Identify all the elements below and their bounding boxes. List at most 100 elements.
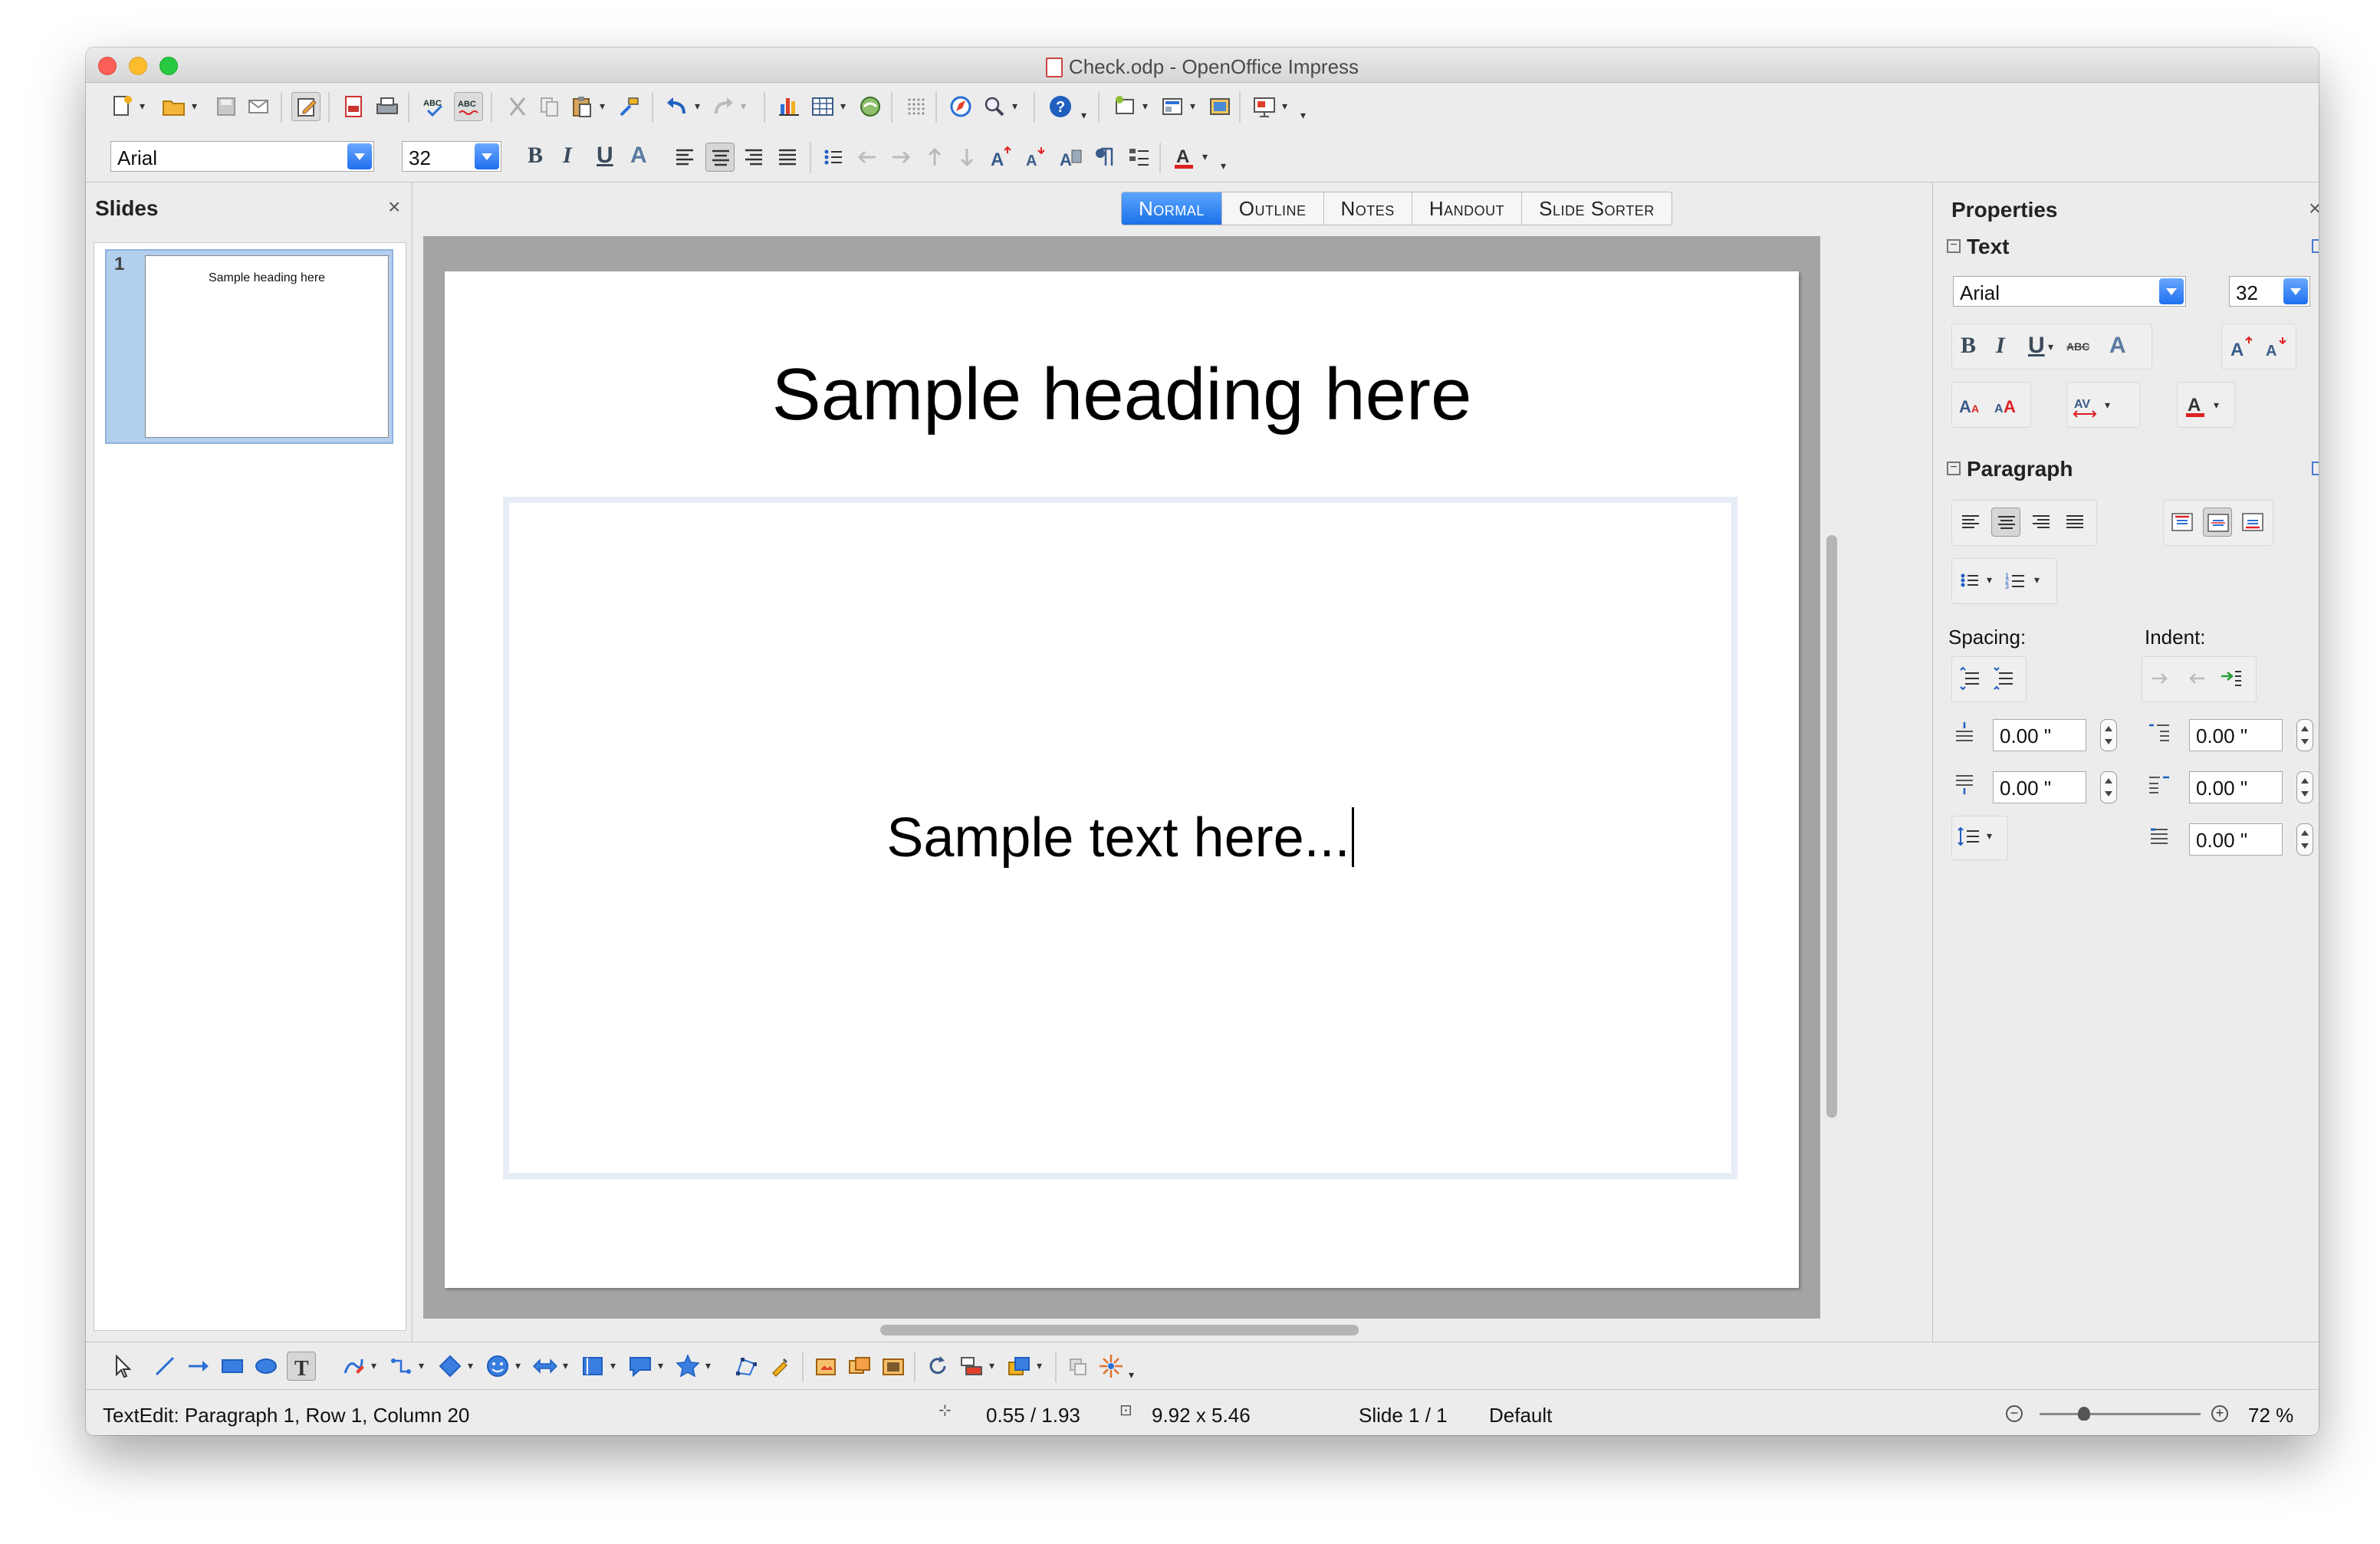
horizontal-scrollbar[interactable] xyxy=(423,1319,1820,1340)
tab-handout[interactable]: Handout xyxy=(1412,192,1523,225)
line-spacing-icon[interactable] xyxy=(1954,822,1984,851)
insert-video-icon[interactable] xyxy=(879,1352,908,1381)
rotate-icon[interactable] xyxy=(923,1352,952,1381)
bullets-icon[interactable] xyxy=(819,143,848,172)
slide-thumbnail[interactable]: 1 Sample heading here xyxy=(105,249,393,444)
basic-shapes-dropdown-arrow[interactable]: ▾ xyxy=(468,1359,473,1372)
redo-dropdown-arrow[interactable]: ▾ xyxy=(741,100,746,113)
curve-tool-icon[interactable] xyxy=(339,1352,368,1381)
sidebar-font-color-dropdown-arrow[interactable]: ▾ xyxy=(2214,399,2219,412)
bold-icon[interactable]: B xyxy=(528,143,543,169)
auto-spellcheck-icon[interactable]: ABC xyxy=(454,92,483,121)
glue-points-icon[interactable] xyxy=(765,1352,794,1381)
undo-dropdown-arrow[interactable]: ▾ xyxy=(695,100,700,113)
paste-dropdown-arrow[interactable]: ▾ xyxy=(600,100,605,113)
move-down-icon[interactable] xyxy=(952,143,981,172)
paste-icon[interactable] xyxy=(567,92,597,121)
sidebar-align-right-icon[interactable] xyxy=(2027,508,2056,537)
basic-shapes-icon[interactable] xyxy=(436,1352,465,1381)
underline-dropdown-arrow[interactable]: ▾ xyxy=(2048,340,2053,353)
tab-notes[interactable]: Notes xyxy=(1324,192,1412,225)
redo-icon[interactable] xyxy=(708,92,738,121)
clone-formatting-icon[interactable] xyxy=(615,92,644,121)
open-folder-icon[interactable] xyxy=(159,92,189,121)
below-spacing-field[interactable]: 0.00 " xyxy=(1993,771,2086,803)
sidebar-underline-icon[interactable]: U xyxy=(2028,333,2045,359)
increase-indent-icon[interactable] xyxy=(2146,664,2175,693)
align-bottom-icon[interactable] xyxy=(2238,508,2267,537)
points-icon[interactable] xyxy=(731,1352,761,1381)
character-spacing-icon[interactable]: AV xyxy=(2071,391,2100,420)
text-section-collapse-icon[interactable]: − xyxy=(1947,239,1961,253)
rectangle-tool-icon[interactable] xyxy=(218,1352,247,1381)
zoom-in-icon[interactable]: + xyxy=(2211,1405,2228,1422)
slide-icon[interactable] xyxy=(1110,92,1139,121)
increase-spacing-icon[interactable] xyxy=(1956,664,1985,693)
numbering-icon[interactable]: 123 xyxy=(2002,566,2031,595)
decrease-indent-icon[interactable] xyxy=(2181,664,2211,693)
sidebar-shadow-icon[interactable]: A xyxy=(2109,333,2126,359)
sidebar-bold-icon[interactable]: B xyxy=(1961,333,1976,359)
font-name-dropdown-icon[interactable] xyxy=(347,143,372,169)
move-up-icon[interactable] xyxy=(920,143,949,172)
tab-normal[interactable]: Normal xyxy=(1122,192,1222,225)
after-indent-icon[interactable] xyxy=(2145,770,2174,799)
sidebar-font-dropdown-icon[interactable] xyxy=(2159,278,2184,304)
help-icon[interactable]: ? xyxy=(1046,92,1075,121)
sidebar-font-color-icon[interactable]: A xyxy=(2181,391,2211,420)
first-line-indent-icon[interactable] xyxy=(2145,822,2174,851)
italic-icon[interactable]: I xyxy=(563,143,572,169)
tab-slide-sorter[interactable]: Slide Sorter xyxy=(1522,192,1672,225)
zoom-icon[interactable] xyxy=(980,92,1009,121)
first-line-indent-field[interactable]: 0.00 " xyxy=(2189,823,2283,856)
edit-file-icon[interactable] xyxy=(291,92,321,121)
insert-frame-icon[interactable] xyxy=(811,1352,840,1381)
slide-show-icon[interactable] xyxy=(1250,92,1279,121)
connector-tool-icon[interactable] xyxy=(386,1352,416,1381)
sidebar-bullets-icon[interactable] xyxy=(1956,566,1985,595)
export-pdf-icon[interactable] xyxy=(339,92,368,121)
tab-outline[interactable]: Outline xyxy=(1222,192,1324,225)
horizontal-scroll-thumb[interactable] xyxy=(880,1325,1359,1335)
slide-dropdown-arrow[interactable]: ▾ xyxy=(1142,100,1148,113)
block-arrows-dropdown-arrow[interactable]: ▾ xyxy=(563,1359,568,1372)
cut-icon[interactable] xyxy=(503,92,532,121)
slide-page[interactable]: Sample heading here Sample text here... xyxy=(445,271,1799,1288)
curve-dropdown-arrow[interactable]: ▾ xyxy=(371,1359,376,1372)
flowchart-icon[interactable] xyxy=(578,1352,607,1381)
zoom-out-icon[interactable]: − xyxy=(2006,1405,2023,1422)
save-icon[interactable] xyxy=(212,92,241,121)
bullets-dropdown-arrow[interactable]: ▾ xyxy=(1987,573,1992,586)
zoom-level[interactable]: 72 % xyxy=(2248,1404,2293,1427)
align-center-icon[interactable] xyxy=(705,143,735,172)
paragraph-icon[interactable] xyxy=(1090,143,1119,172)
table-dropdown-arrow[interactable]: ▾ xyxy=(840,100,846,113)
before-indent-field[interactable]: 0.00 " xyxy=(2189,719,2283,751)
font-color-dropdown-arrow[interactable]: ▾ xyxy=(1202,150,1208,163)
toolbar-overflow-arrow[interactable]: ▾ xyxy=(1081,109,1086,122)
font-color-icon[interactable]: A xyxy=(1170,143,1199,172)
slides-list[interactable]: 1 Sample heading here xyxy=(94,242,406,1331)
flowchart-dropdown-arrow[interactable]: ▾ xyxy=(610,1359,616,1372)
below-spacing-stepper[interactable] xyxy=(2100,771,2117,803)
email-document-icon[interactable] xyxy=(244,92,273,121)
align-objects-icon[interactable] xyxy=(957,1352,986,1381)
select-arrow-icon[interactable] xyxy=(107,1352,136,1381)
decrease-spacing-icon[interactable] xyxy=(1990,664,2019,693)
vertical-scrollbar[interactable] xyxy=(1820,236,1840,1319)
underline-icon[interactable]: U xyxy=(597,143,613,169)
sidebar-align-center-icon[interactable] xyxy=(1991,508,2020,537)
undo-icon[interactable] xyxy=(662,92,692,121)
arrange-dropdown-arrow[interactable]: ▾ xyxy=(1037,1359,1042,1372)
character-icon[interactable]: A xyxy=(1057,143,1086,172)
after-indent-field[interactable]: 0.00 " xyxy=(2189,771,2283,803)
navigator-icon[interactable] xyxy=(946,92,975,121)
sidebar-italic-icon[interactable]: I xyxy=(1996,333,2005,359)
text-tool-icon[interactable]: T xyxy=(287,1352,316,1381)
first-line-indent-stepper[interactable] xyxy=(2296,823,2313,856)
spellcheck-icon[interactable]: ABC xyxy=(420,92,449,121)
zoom-dropdown-arrow[interactable]: ▾ xyxy=(1012,100,1017,113)
paragraph-section-collapse-icon[interactable]: − xyxy=(1947,462,1961,475)
align-top-icon[interactable] xyxy=(2168,508,2197,537)
line-arrow-tool-icon[interactable] xyxy=(184,1352,213,1381)
